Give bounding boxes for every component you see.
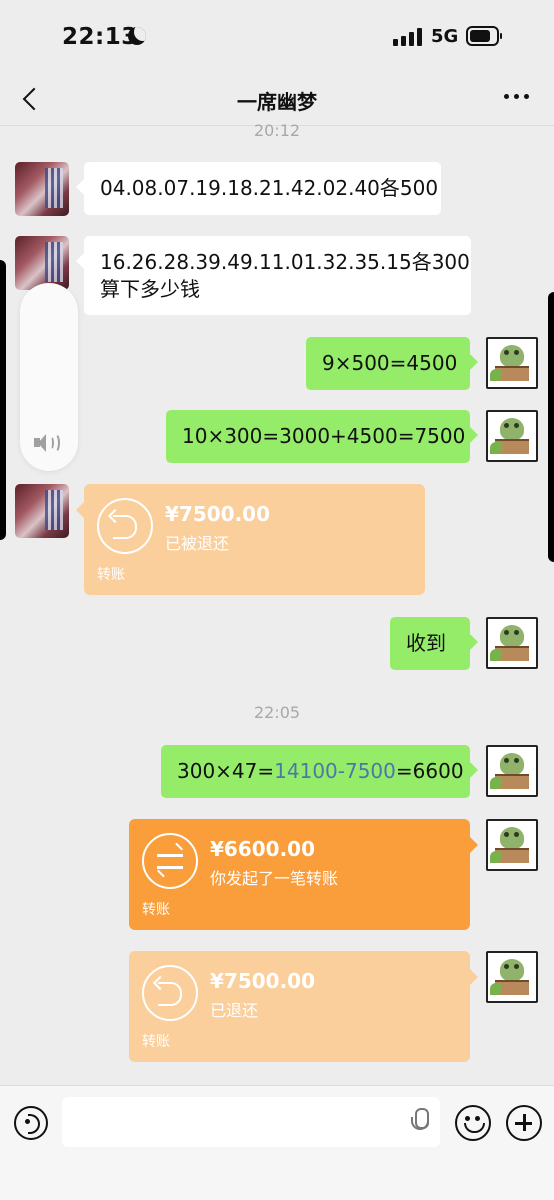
timestamp: 20:12 xyxy=(253,121,301,140)
transfer-status: 已被退还 xyxy=(165,534,230,553)
transfer-amount: ¥7500.00 xyxy=(165,502,271,526)
status-time: 22:13 xyxy=(62,24,138,50)
chat-title: 一席幽梦 xyxy=(237,90,317,114)
message-text: 算下多少钱 xyxy=(100,277,200,301)
transfer-arrows-icon xyxy=(142,833,198,889)
transfer-label: 转账 xyxy=(142,1034,170,1050)
message-sent[interactable]: 10×300=3000+4500=7500 xyxy=(166,410,478,463)
moon-icon xyxy=(128,27,146,45)
message-text: 04.08.07.19.18.21.42.02.40各500 xyxy=(100,176,439,200)
formula-highlight: 14100-7500 xyxy=(274,759,396,783)
message-sent[interactable]: 300×47=14100-7500=6600 xyxy=(161,745,478,798)
plus-icon[interactable] xyxy=(506,1105,542,1141)
my-avatar[interactable] xyxy=(486,951,538,1003)
message-received[interactable]: 16.26.28.39.49.11.01.32.35.15各300 算下多少钱 xyxy=(76,236,471,315)
my-avatar[interactable] xyxy=(486,617,538,669)
contact-avatar[interactable] xyxy=(15,484,69,538)
transfer-returned-icon xyxy=(142,965,198,1021)
more-dots-icon[interactable] xyxy=(504,94,532,102)
volume-hud[interactable] xyxy=(20,283,78,471)
transfer-amount: ¥6600.00 xyxy=(210,837,316,861)
device-edge-right xyxy=(548,292,554,562)
formula-part: =6600 xyxy=(395,759,464,783)
message-text: 10×300=3000+4500=7500 xyxy=(182,424,466,448)
network-type: 5G xyxy=(431,26,459,47)
microphone-icon[interactable] xyxy=(411,1108,429,1136)
input-bar xyxy=(0,1085,554,1200)
transfer-returned-icon xyxy=(97,498,153,554)
status-bar: 22:13 5G xyxy=(0,0,554,72)
transfer-status: 你发起了一笔转账 xyxy=(210,869,339,888)
message-input[interactable] xyxy=(62,1097,440,1147)
device-edge-left xyxy=(0,260,6,540)
message-text: 16.26.28.39.49.11.01.32.35.15各300 xyxy=(100,250,470,274)
message-text: 收到 xyxy=(406,631,446,655)
transfer-card[interactable]: ¥6600.00 你发起了一笔转账 转账 xyxy=(129,819,478,930)
transfer-label: 转账 xyxy=(142,902,170,918)
my-avatar[interactable] xyxy=(486,410,538,462)
battery-icon xyxy=(466,26,502,46)
my-avatar[interactable] xyxy=(486,745,538,797)
transfer-card[interactable]: ¥7500.00 已被退还 转账 xyxy=(76,484,425,595)
transfer-label: 转账 xyxy=(97,567,125,583)
message-sent[interactable]: 收到 xyxy=(390,617,478,670)
message-received[interactable]: 04.08.07.19.18.21.42.02.40各500 xyxy=(76,162,441,215)
transfer-card[interactable]: ¥7500.00 已退还 转账 xyxy=(129,951,478,1062)
contact-avatar[interactable] xyxy=(15,162,69,216)
my-avatar[interactable] xyxy=(486,337,538,389)
timestamp: 22:05 xyxy=(253,703,301,722)
message-sent[interactable]: 9×500=4500 xyxy=(306,337,478,390)
transfer-amount: ¥7500.00 xyxy=(210,969,316,993)
voice-input-icon[interactable] xyxy=(14,1106,48,1140)
contact-avatar[interactable] xyxy=(15,236,69,290)
signal-icon xyxy=(393,28,423,46)
my-avatar[interactable] xyxy=(486,819,538,871)
speaker-volume-icon xyxy=(34,433,66,453)
message-text: 9×500=4500 xyxy=(322,351,458,375)
transfer-status: 已退还 xyxy=(210,1001,259,1020)
formula-part: 300×47= xyxy=(177,759,275,783)
emoji-icon[interactable] xyxy=(455,1105,491,1141)
chat-header: 一席幽梦 xyxy=(0,72,554,126)
